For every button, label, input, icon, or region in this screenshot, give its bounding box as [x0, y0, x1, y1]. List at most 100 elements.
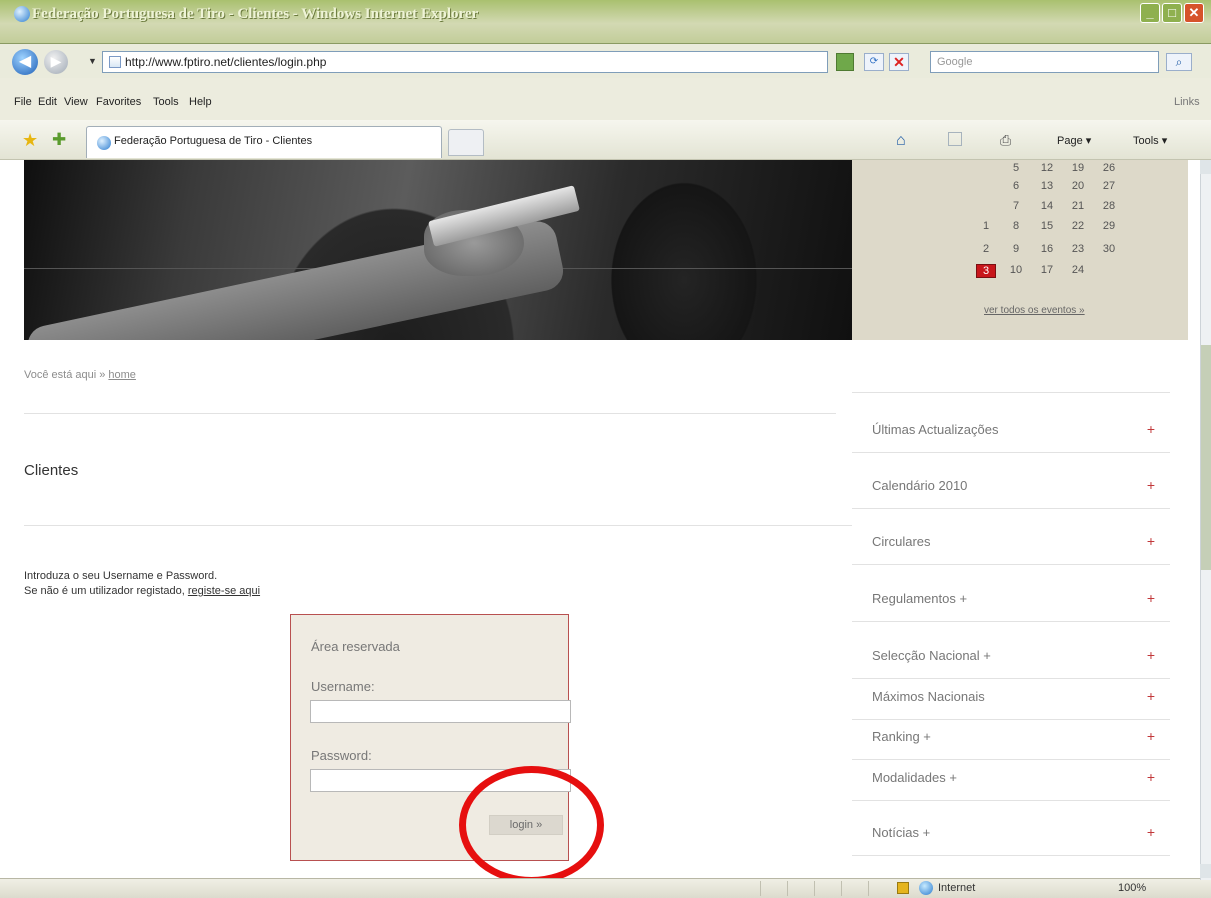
sidebar-divider — [852, 855, 1170, 856]
calendar-day[interactable]: 13 — [1037, 180, 1057, 192]
forward-icon[interactable]: ▶ — [44, 50, 68, 74]
sidebar-expand-icon[interactable]: + — [1145, 728, 1157, 744]
menu-edit[interactable]: Edit — [38, 96, 57, 108]
sidebar-expand-icon[interactable]: + — [1145, 688, 1157, 704]
calendar-day[interactable]: 6 — [1006, 180, 1026, 192]
calendar-day[interactable]: 10 — [1006, 264, 1026, 276]
calendar-day[interactable]: 24 — [1068, 264, 1088, 276]
search-icon[interactable]: ⌕ — [1166, 53, 1192, 71]
sidebar-expand-icon[interactable]: + — [1145, 421, 1157, 437]
calendar-day[interactable]: 8 — [1006, 220, 1026, 232]
highlight-circle-annotation — [459, 766, 604, 884]
sidebar-item-2[interactable]: Circulares — [872, 534, 1172, 549]
calendar-day[interactable]: 19 — [1068, 162, 1088, 174]
calendar-day[interactable]: 12 — [1037, 162, 1057, 174]
print-icon[interactable]: ⎙ — [1000, 132, 1011, 149]
sidebar-divider — [852, 392, 1170, 393]
breadcrumb-prefix: Você está aqui » — [24, 369, 106, 381]
sidebar-expand-icon[interactable]: + — [1145, 533, 1157, 549]
address-bar[interactable]: http://www.fptiro.net/clientes/login.php — [102, 51, 828, 73]
calendar-day[interactable]: 26 — [1099, 162, 1119, 174]
home-icon[interactable]: ⌂ — [896, 132, 906, 150]
zone-label: Internet — [938, 882, 976, 894]
calendar-day[interactable]: 17 — [1037, 264, 1057, 276]
new-tab-button[interactable] — [448, 129, 484, 156]
favorites-star-icon[interactable]: ★ — [22, 130, 38, 151]
zoom-level[interactable]: 100% — [1118, 882, 1146, 894]
breadcrumb-home-link[interactable]: home — [108, 369, 136, 381]
calendar-day[interactable]: 27 — [1099, 180, 1119, 192]
links-toolbar[interactable]: Links — [1174, 96, 1200, 108]
sidebar-item-5[interactable]: Máximos Nacionais — [872, 689, 1172, 704]
login-title: Área reservada — [311, 639, 400, 654]
calendar-day[interactable]: 28 — [1099, 200, 1119, 212]
calendar-day[interactable]: 7 — [1006, 200, 1026, 212]
sidebar-item-7[interactable]: Modalidades + — [872, 770, 1172, 785]
register-link[interactable]: registe-se aqui — [188, 585, 260, 597]
sidebar-divider — [852, 678, 1170, 679]
minimize-button[interactable]: _ — [1140, 3, 1160, 23]
calendar-day[interactable]: 21 — [1068, 200, 1088, 212]
tab-title: Federação Portuguesa de Tiro - Clientes — [114, 135, 313, 147]
intro-line-2-prefix: Se não é um utilizador registado, — [24, 585, 185, 597]
sidebar-expand-icon[interactable]: + — [1145, 647, 1157, 663]
calendar-day[interactable]: 22 — [1068, 220, 1088, 232]
intro-text: Introduza o seu Username e Password. Se … — [24, 569, 260, 599]
feeds-icon[interactable] — [948, 132, 962, 146]
username-label: Username: — [311, 679, 375, 694]
tab-current[interactable]: Federação Portuguesa de Tiro - Clientes — [86, 126, 442, 158]
refresh-icon[interactable]: ⟳ — [864, 53, 884, 71]
maximize-button[interactable]: □ — [1162, 3, 1182, 23]
calendar-day-today[interactable]: 3 — [976, 264, 996, 278]
scroll-thumb[interactable] — [1201, 345, 1211, 570]
menu-view[interactable]: View — [64, 96, 88, 108]
scroll-down-button[interactable] — [1200, 864, 1211, 878]
calendar-day[interactable]: 23 — [1068, 243, 1088, 255]
stop-icon[interactable]: ✕ — [889, 53, 909, 71]
sidebar-item-8[interactable]: Notícias + — [872, 825, 1172, 840]
sidebar-expand-icon[interactable]: + — [1145, 824, 1157, 840]
window-title: Federação Portuguesa de Tiro - Clientes … — [32, 6, 479, 22]
compatibility-icon[interactable] — [836, 53, 854, 71]
username-field[interactable] — [310, 700, 571, 723]
calendar-day[interactable]: 2 — [976, 243, 996, 255]
calendar-day[interactable]: 30 — [1099, 243, 1119, 255]
ie-icon — [14, 6, 30, 22]
sidebar-expand-icon[interactable]: + — [1145, 769, 1157, 785]
status-separator — [841, 881, 842, 896]
calendar-day[interactable]: 16 — [1037, 243, 1057, 255]
close-button[interactable]: ✕ — [1184, 3, 1204, 23]
tools-menu[interactable]: Tools ▾ — [1133, 134, 1167, 147]
menu-favorites[interactable]: Favorites — [96, 96, 141, 108]
search-input[interactable]: Google — [930, 51, 1159, 73]
sidebar-item-1[interactable]: Calendário 2010 — [872, 478, 1172, 493]
calendar-day[interactable]: 15 — [1037, 220, 1057, 232]
protected-mode-icon[interactable] — [897, 882, 909, 894]
intro-line-1: Introduza o seu Username e Password. — [24, 570, 218, 582]
sidebar-expand-icon[interactable]: + — [1145, 590, 1157, 606]
add-favorites-icon[interactable]: ✚ — [52, 130, 66, 150]
search-placeholder: Google — [937, 56, 973, 68]
all-events-link[interactable]: ver todos os eventos » — [984, 305, 1085, 316]
sidebar-item-4[interactable]: Selecção Nacional + — [872, 648, 1172, 663]
calendar-day[interactable]: 14 — [1037, 200, 1057, 212]
scroll-up-button[interactable] — [1200, 160, 1211, 174]
calendar-day[interactable]: 9 — [1006, 243, 1026, 255]
page-menu[interactable]: Page ▾ — [1057, 134, 1091, 147]
page-title: Clientes — [24, 462, 79, 479]
recent-pages-dropdown-icon[interactable]: ▼ — [88, 56, 97, 66]
menu-file[interactable]: File — [14, 96, 32, 108]
menu-tools[interactable]: Tools — [153, 96, 179, 108]
sidebar-divider — [852, 452, 1170, 453]
back-icon[interactable]: ◀ — [12, 49, 38, 75]
sidebar-divider — [852, 800, 1170, 801]
sidebar-item-6[interactable]: Ranking + — [872, 729, 1172, 744]
menu-help[interactable]: Help — [189, 96, 212, 108]
sidebar-item-3[interactable]: Regulamentos + — [872, 591, 1172, 606]
sidebar-item-0[interactable]: Últimas Actualizações — [872, 422, 1172, 437]
calendar-day[interactable]: 20 — [1068, 180, 1088, 192]
calendar-day[interactable]: 1 — [976, 220, 996, 232]
calendar-day[interactable]: 5 — [1006, 162, 1026, 174]
sidebar-expand-icon[interactable]: + — [1145, 477, 1157, 493]
calendar-day[interactable]: 29 — [1099, 220, 1119, 232]
